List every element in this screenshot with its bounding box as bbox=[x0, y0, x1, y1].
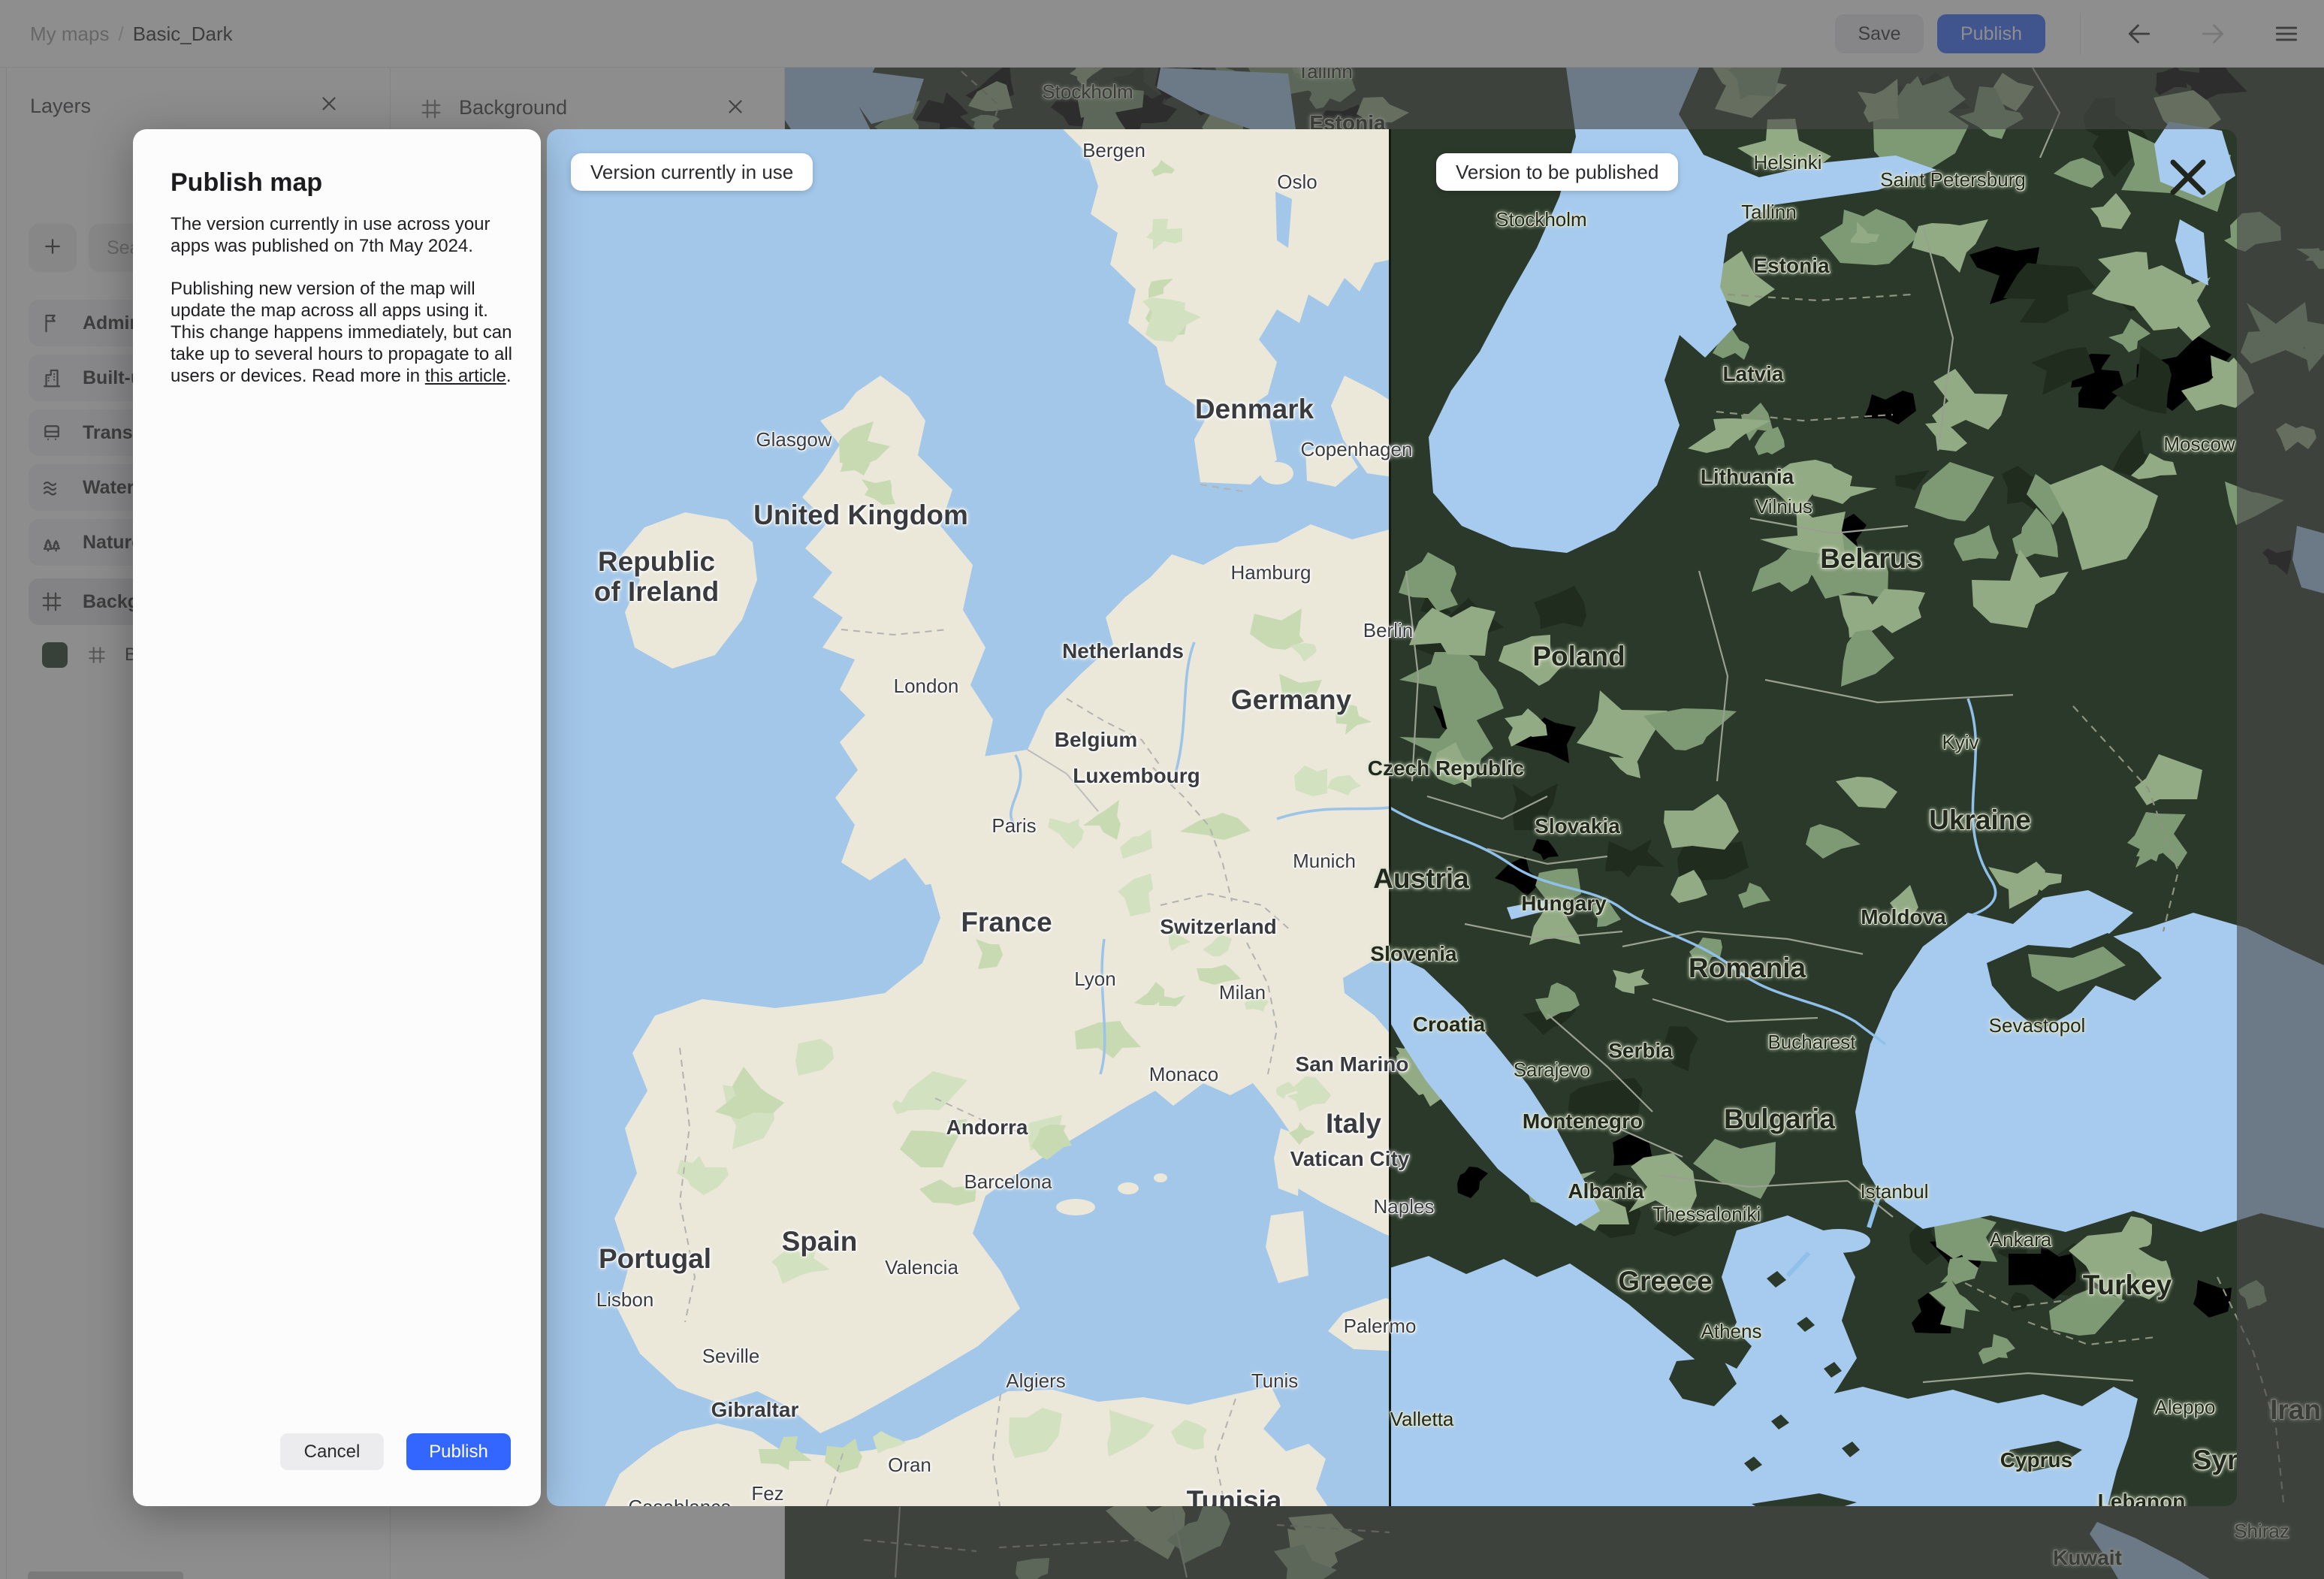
version-compare-preview: Bergen Oslo Glasgow London Copenhagen Hamburg… bbox=[547, 129, 2237, 1506]
modal-body: The version currently in use across your… bbox=[171, 213, 515, 387]
publish-map-modal: Publish map The version currently in use… bbox=[133, 129, 541, 1506]
new-version-badge: Version to be published bbox=[1436, 153, 1679, 191]
this-article-link[interactable]: this article bbox=[425, 366, 506, 386]
modal-title: Publish map bbox=[171, 168, 323, 197]
modal-paragraph-1: The version currently in use across your… bbox=[171, 214, 490, 256]
publish-button[interactable]: Publish bbox=[406, 1433, 511, 1470]
app-window: My maps / Basic_Dark Save Publish Layers… bbox=[0, 0, 2324, 1579]
cancel-button[interactable]: Cancel bbox=[280, 1433, 384, 1470]
map-current-version[interactable] bbox=[547, 129, 1390, 1506]
version-split-divider bbox=[1389, 129, 1391, 1506]
map-new-version[interactable] bbox=[1390, 129, 2237, 1506]
current-version-badge: Version currently in use bbox=[571, 153, 813, 191]
modal-paragraph-2: Publishing new version of the map will u… bbox=[171, 279, 512, 386]
